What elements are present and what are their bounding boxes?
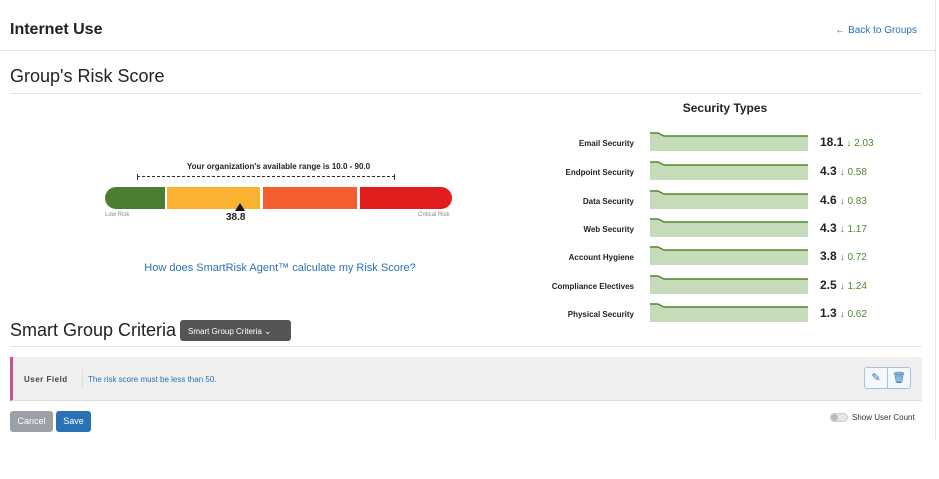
risk-score-value: 38.8 [226, 212, 246, 223]
security-type-row: Endpoint Security 4.3 ↓ 0.58 [520, 160, 900, 184]
security-type-sparkline [650, 132, 808, 151]
divider [82, 370, 83, 388]
security-type-row: Data Security 4.6 ↓ 0.83 [520, 189, 900, 213]
security-type-score: 2.5 [820, 278, 837, 292]
security-type-delta: 0.83 [847, 196, 867, 207]
range-text: Your organization's available range is 1… [186, 162, 371, 171]
trash-icon: 🗑 [892, 372, 906, 384]
cancel-button[interactable]: Cancel [10, 411, 53, 432]
security-type-sparkline [650, 246, 808, 265]
gauge-segment-medium [167, 187, 260, 209]
scrollbar[interactable] [935, 0, 936, 440]
low-risk-label: Low Risk [105, 212, 130, 218]
range-indicator [137, 174, 395, 180]
divider [0, 50, 935, 51]
show-user-count-toggle[interactable] [830, 413, 848, 422]
security-type-score: 3.8 [820, 249, 837, 263]
security-type-score: 4.3 [820, 221, 837, 235]
chevron-down-icon: ⌄ [264, 326, 272, 336]
criteria-title: Smart Group Criteria [10, 320, 177, 340]
security-type-row: Physical Security 1.3 ↓ 0.62 [520, 302, 900, 326]
arrow-down-icon: ↓ [839, 224, 845, 235]
security-type-row: Web Security 4.3 ↓ 1.17 [520, 217, 900, 241]
security-types-title: Security Types [682, 101, 768, 115]
critical-risk-label: Critical Risk [418, 212, 450, 218]
security-type-row: Account Hygiene 3.8 ↓ 0.72 [520, 245, 900, 269]
criteria-dropdown-label: Smart Group Criteria [188, 327, 262, 336]
security-type-score: 4.6 [820, 193, 837, 207]
criteria-field: User Field [24, 375, 68, 384]
arrow-down-icon: ↓ [839, 252, 845, 263]
security-type-label: Compliance Electives [551, 282, 634, 291]
security-type-sparkline [650, 190, 808, 209]
score-marker-icon [235, 203, 245, 211]
security-type-label: Endpoint Security [565, 168, 634, 177]
arrow-down-icon: ↓ [839, 281, 845, 292]
show-user-count-label: Show User Count [852, 413, 915, 422]
gauge-segment-low [105, 187, 165, 209]
save-button[interactable]: Save [56, 411, 91, 432]
criteria-dropdown[interactable]: Smart Group Criteria ⌄ [180, 320, 291, 341]
risk-score-help-link[interactable]: How does SmartRisk Agent™ calculate my R… [110, 262, 450, 274]
security-type-label: Physical Security [567, 310, 634, 319]
security-type-sparkline [650, 303, 808, 322]
back-to-groups-link[interactable]: ← Back to Groups [835, 25, 917, 36]
security-type-score: 18.1 [820, 135, 844, 149]
security-type-sparkline [650, 218, 808, 237]
security-type-row: Email Security 18.1 ↓ 2.03 [520, 131, 900, 155]
security-type-delta: 1.24 [847, 281, 867, 292]
security-type-label: Data Security [582, 197, 634, 206]
arrow-down-icon: ↓ [839, 167, 845, 178]
security-type-delta: 0.62 [847, 309, 867, 320]
gauge-segment-critical [360, 187, 452, 209]
delete-button[interactable]: 🗑 [887, 367, 911, 389]
edit-icon: ✎ [871, 372, 881, 384]
arrow-down-icon: ↓ [846, 138, 852, 149]
security-type-sparkline [650, 275, 808, 294]
security-type-label: Account Hygiene [568, 253, 634, 262]
security-type-label: Web Security [583, 225, 634, 234]
security-type-sparkline [650, 161, 808, 180]
security-type-label: Email Security [578, 139, 634, 148]
arrow-down-icon: ↓ [839, 309, 845, 320]
edit-button[interactable]: ✎ [864, 367, 888, 389]
security-type-delta: 0.72 [847, 252, 867, 263]
security-type-score: 4.3 [820, 164, 837, 178]
risk-score-title: Group's Risk Score [10, 66, 165, 86]
security-type-score: 1.3 [820, 306, 837, 320]
gauge-segment-high [263, 187, 357, 209]
security-type-delta: 1.17 [847, 224, 867, 235]
page-title: Internet Use [10, 21, 103, 38]
security-type-row: Compliance Electives 2.5 ↓ 1.24 [520, 274, 900, 298]
arrow-down-icon: ↓ [839, 196, 845, 207]
criteria-rule: The risk score must be less than 50. [88, 375, 217, 384]
security-type-delta: 2.03 [854, 138, 874, 149]
security-type-delta: 0.58 [847, 167, 867, 178]
divider [10, 93, 922, 94]
divider [10, 346, 922, 347]
